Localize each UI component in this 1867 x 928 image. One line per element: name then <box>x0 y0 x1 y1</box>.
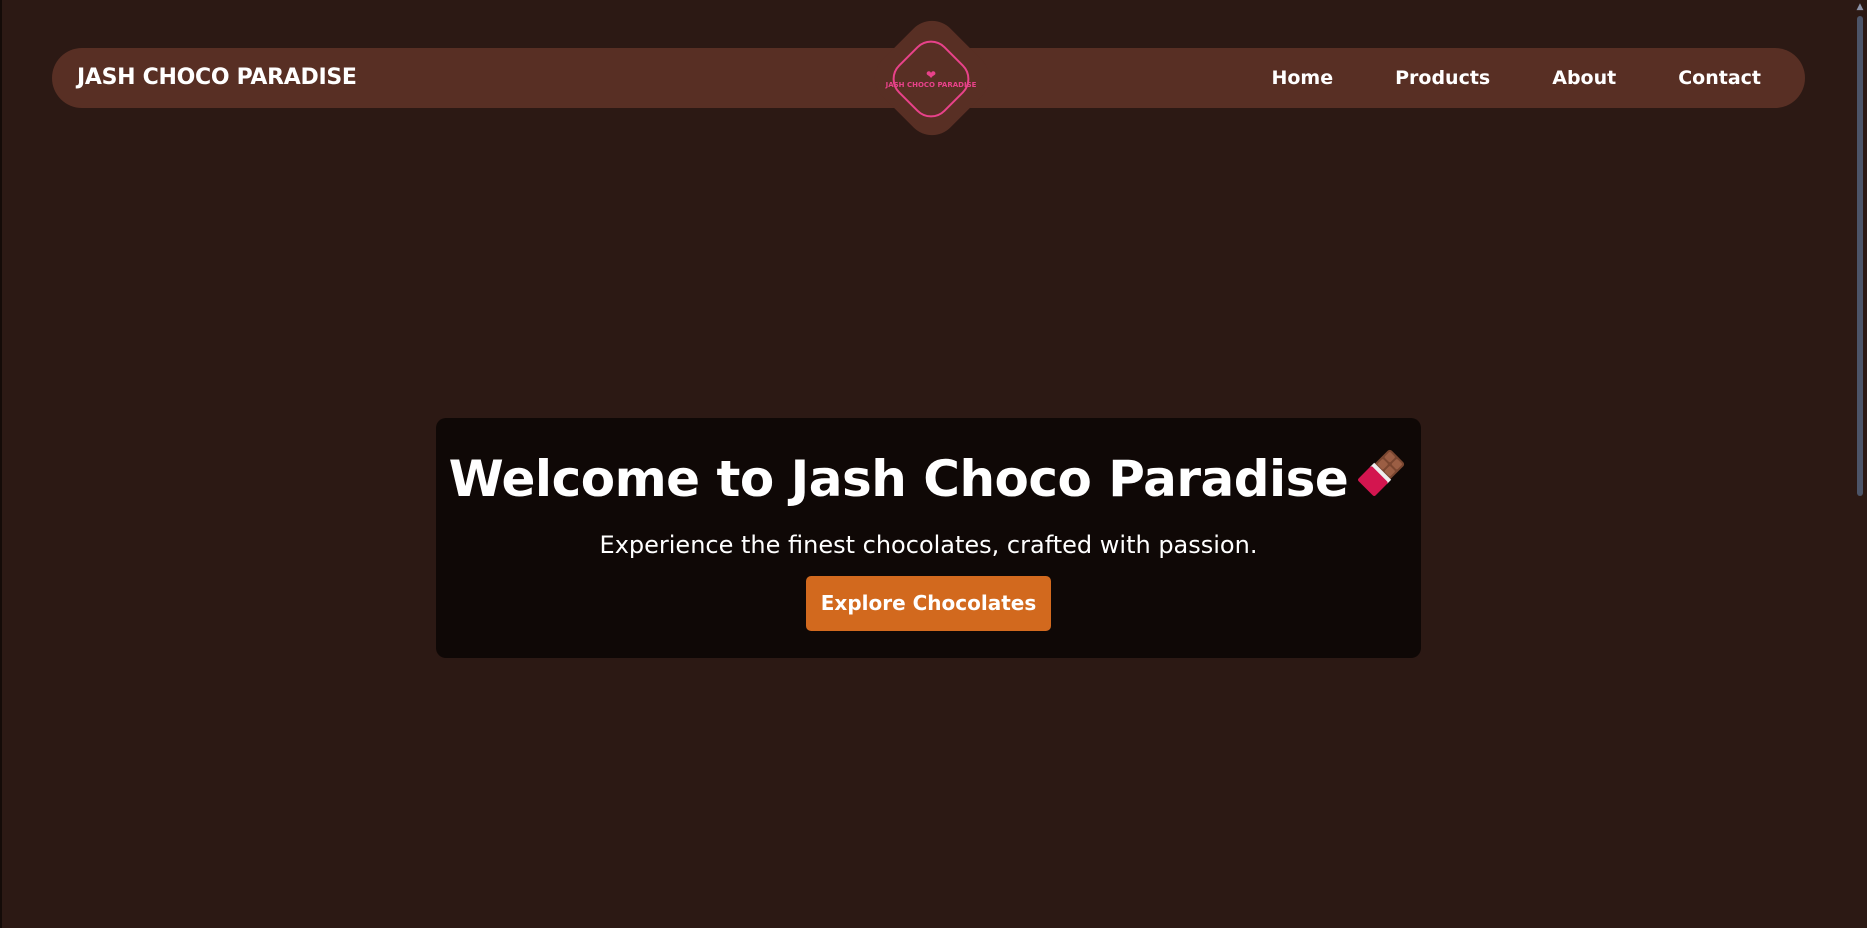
scroll-up-arrow-icon[interactable]: ▲ <box>1853 0 1867 14</box>
scrollbar[interactable]: ▲ <box>1853 0 1867 928</box>
page: JASH CHOCO PARADISE Home Products About … <box>0 0 1867 928</box>
explore-chocolates-button[interactable]: Explore Chocolates <box>806 575 1051 631</box>
nav-link-home[interactable]: Home <box>1271 67 1333 89</box>
brand-name[interactable]: JASH CHOCO PARADISE <box>77 48 357 108</box>
scroll-thumb[interactable] <box>1857 16 1863 496</box>
hero-title: Welcome to Jash Choco Paradise <box>436 418 1421 516</box>
logo[interactable]: ❤ JASH CHOCO PARADISE <box>864 10 1000 146</box>
nav-link-about[interactable]: About <box>1552 67 1616 89</box>
logo-badge: ❤ JASH CHOCO PARADISE <box>882 30 980 128</box>
logo-text: ❤ JASH CHOCO PARADISE <box>886 69 977 90</box>
hero-title-text: Welcome to Jash Choco Paradise <box>448 450 1349 508</box>
nav-link-contact[interactable]: Contact <box>1678 67 1761 89</box>
chocolate-bar-icon <box>1356 446 1408 512</box>
logo-label: JASH CHOCO PARADISE <box>885 80 977 89</box>
nav-link-products[interactable]: Products <box>1395 67 1490 89</box>
nav-links: Home Products About Contact <box>1209 48 1761 108</box>
hero-subtitle: Experience the finest chocolates, crafte… <box>599 530 1258 559</box>
hero-card: Welcome to Jash Choco Paradise Experienc… <box>436 418 1421 658</box>
heart-icon: ❤ <box>925 67 937 82</box>
